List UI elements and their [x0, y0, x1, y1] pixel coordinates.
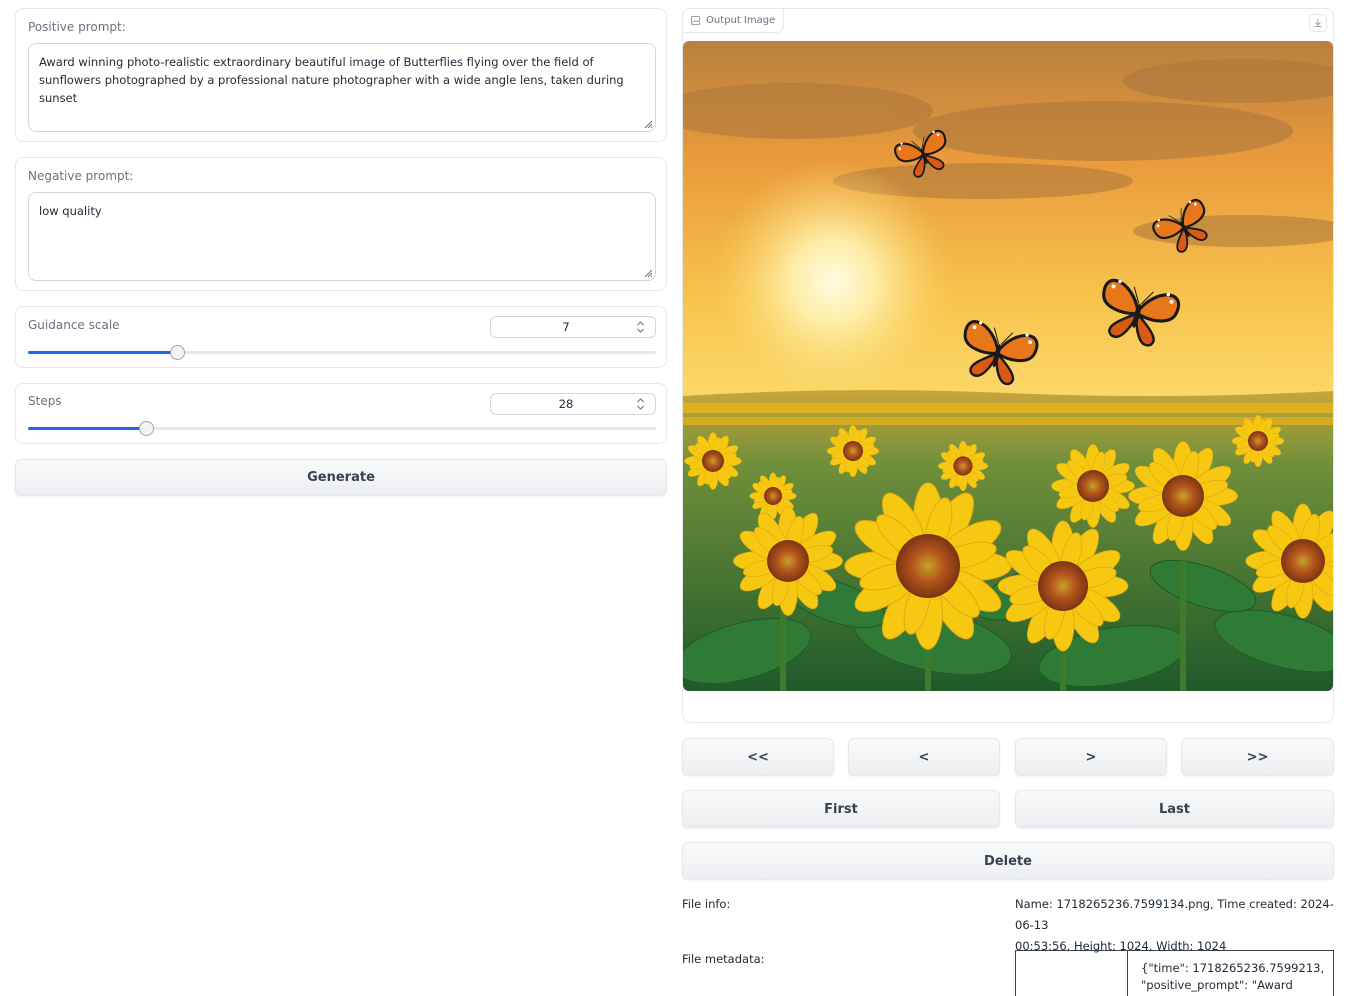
output-image-panel: Output Image [682, 8, 1334, 723]
metadata-value-cell: {"time": 1718265236.7599213, "positive_p… [1141, 960, 1324, 994]
spinner-icon[interactable] [636, 320, 645, 334]
resize-grip-icon[interactable] [643, 119, 652, 128]
metadata-key-cell [1016, 951, 1128, 996]
negative-prompt-input[interactable]: low quality [28, 192, 656, 281]
file-metadata-label: File metadata: [682, 952, 765, 966]
file-info-value: Name: 1718265236.7599134.png, Time creat… [1015, 894, 1345, 957]
spinner-icon[interactable] [636, 397, 645, 411]
positive-prompt-panel: Positive prompt: Award winning photo-rea… [15, 8, 667, 142]
image-icon [691, 16, 700, 25]
file-metadata-table: {"time": 1718265236.7599213, "positive_p… [1015, 950, 1334, 996]
previous-button[interactable]: < [848, 738, 1000, 776]
negative-prompt-label: Negative prompt: [28, 169, 134, 183]
generate-button[interactable]: Generate [15, 459, 667, 496]
download-icon [1314, 19, 1322, 27]
last-button[interactable]: Last [1015, 790, 1334, 828]
metadata-line: {"time": 1718265236.7599213, [1141, 961, 1325, 975]
steps-slider[interactable] [28, 421, 656, 436]
guidance-scale-slider[interactable] [28, 345, 656, 360]
steps-panel: Steps 28 [15, 383, 667, 444]
first-page-button[interactable]: << [682, 738, 834, 776]
output-image-label: Output Image [706, 15, 776, 26]
negative-prompt-panel: Negative prompt: low quality [15, 157, 667, 291]
steps-slider-thumb[interactable] [139, 421, 155, 436]
delete-button[interactable]: Delete [682, 842, 1334, 880]
positive-prompt-input[interactable]: Award winning photo-realistic extraordin… [28, 43, 656, 132]
steps-number-input[interactable]: 28 [490, 393, 656, 415]
guidance-scale-slider-thumb[interactable] [170, 345, 186, 360]
guidance-scale-slider-fill [28, 351, 178, 354]
guidance-scale-value: 7 [562, 320, 570, 334]
guidance-scale-label: Guidance scale [28, 318, 120, 332]
file-info-line: Name: 1718265236.7599134.png, Time creat… [1015, 897, 1334, 932]
first-button[interactable]: First [682, 790, 1000, 828]
steps-value: 28 [558, 397, 574, 411]
positive-prompt-label: Positive prompt: [28, 20, 126, 34]
next-button[interactable]: > [1015, 738, 1167, 776]
negative-prompt-text: low quality [39, 204, 102, 218]
steps-label: Steps [28, 394, 62, 408]
output-image [683, 41, 1333, 691]
positive-prompt-text: Award winning photo-realistic extraordin… [39, 55, 624, 105]
steps-slider-fill [28, 427, 147, 430]
guidance-scale-panel: Guidance scale 7 [15, 306, 667, 368]
metadata-line: "positive_prompt": "Award [1141, 978, 1293, 992]
file-info-label: File info: [682, 897, 731, 911]
guidance-scale-number-input[interactable]: 7 [490, 316, 656, 338]
last-page-button[interactable]: >> [1181, 738, 1334, 776]
download-button[interactable] [1309, 14, 1327, 32]
output-image-tab: Output Image [683, 9, 785, 33]
resize-grip-icon[interactable] [643, 268, 652, 277]
